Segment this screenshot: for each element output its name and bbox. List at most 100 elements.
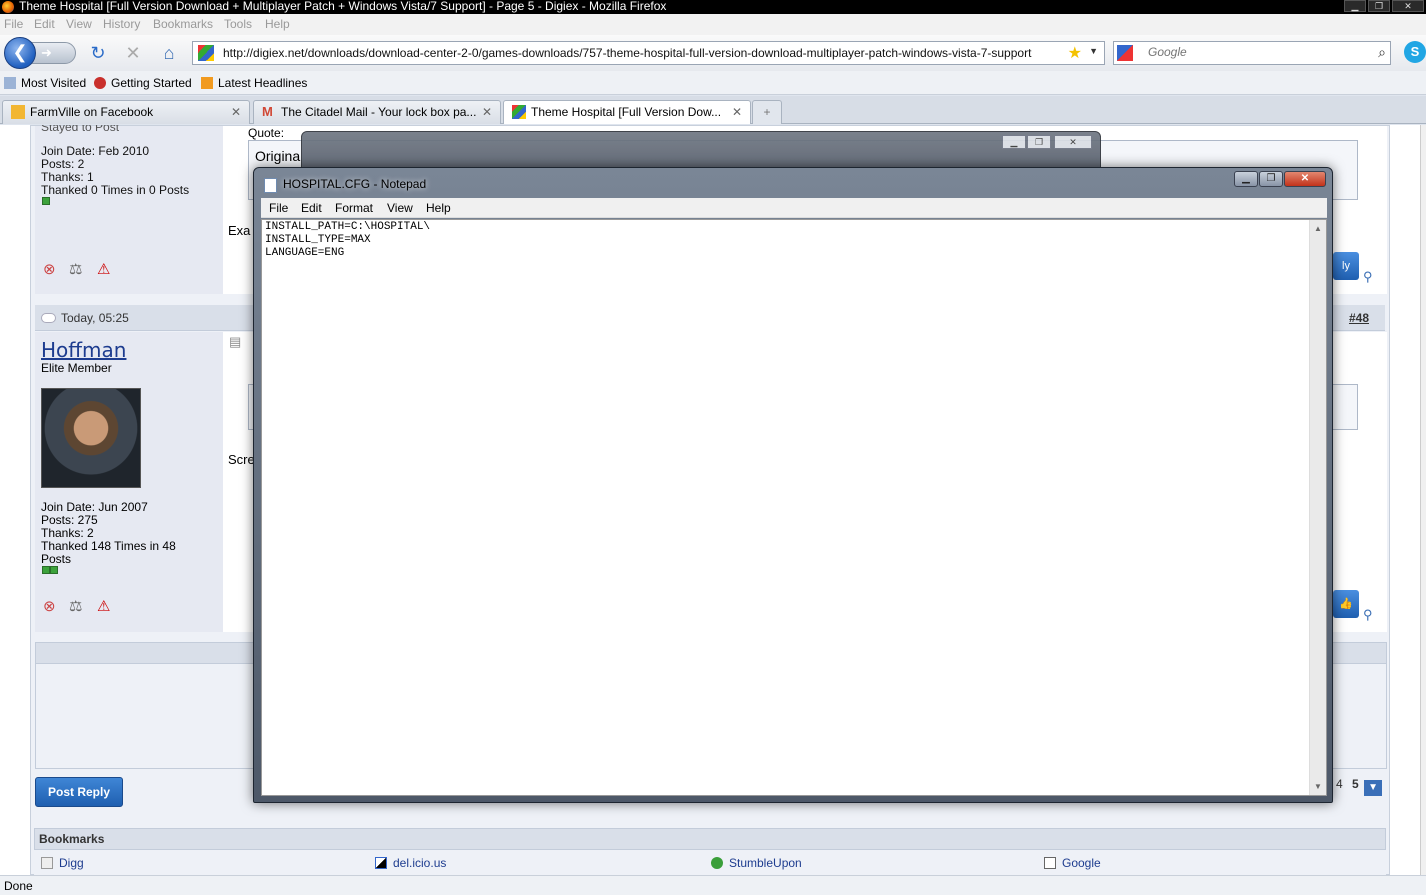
bookmarks-toolbar: Most Visited Getting Started Latest Head… — [0, 71, 1426, 95]
tab-theme-hospital[interactable]: Theme Hospital [Full Version Dow... ✕ — [503, 100, 751, 124]
scales-icon[interactable]: ⚖ — [69, 260, 82, 278]
window-minimize-button[interactable]: ▁ — [1344, 0, 1366, 12]
report-warning-icon[interactable]: ⚠ — [97, 260, 110, 278]
post2-avatar[interactable] — [41, 388, 141, 488]
window-title-bar: Theme Hospital [Full Version Download + … — [0, 0, 1426, 14]
url-bar[interactable]: http://digiex.net/downloads/download-cen… — [192, 41, 1105, 65]
dialog-close-button[interactable]: ✕ — [1054, 135, 1092, 149]
reload-icon[interactable]: ↻ — [88, 43, 108, 63]
url-text[interactable]: http://digiex.net/downloads/download-cen… — [223, 46, 1031, 60]
menu-edit[interactable]: Edit — [34, 17, 55, 31]
social-bookmarks-row: Digg del.icio.us StumbleUpon Google — [34, 850, 1386, 875]
report-warning-icon[interactable]: ⚠ — [97, 597, 110, 615]
notepad-menu-format[interactable]: Format — [335, 201, 373, 215]
notepad-icon — [264, 178, 277, 193]
menu-file[interactable]: File — [4, 17, 23, 31]
new-tab-button[interactable]: + — [752, 100, 782, 124]
post-status-icon — [41, 313, 56, 323]
menu-view[interactable]: View — [66, 17, 92, 31]
menu-tools[interactable]: Tools — [224, 17, 252, 31]
notepad-text-area[interactable]: INSTALL_PATH=C:\HOSPITAL\ INSTALL_TYPE=M… — [261, 219, 1327, 796]
notepad-menu-help[interactable]: Help — [426, 201, 451, 215]
menu-help[interactable]: Help — [265, 17, 290, 31]
tab-close-icon[interactable]: ✕ — [732, 101, 742, 123]
bookmark-stumbleupon-link[interactable]: StumbleUpon — [711, 856, 802, 870]
add-to-ignore-icon[interactable]: ⊗ — [43, 597, 56, 615]
reputation-icon — [42, 566, 50, 574]
dialog-minimize-button[interactable]: ▁ — [1002, 135, 1026, 149]
page-current: 5 — [1352, 777, 1359, 791]
notepad-maximize-button[interactable]: ❐ — [1259, 171, 1283, 187]
notepad-menu-view[interactable]: View — [387, 201, 413, 215]
dialog-maximize-button[interactable]: ❐ — [1027, 135, 1051, 149]
multi-quote-icon[interactable]: ⚲ — [1363, 607, 1373, 623]
scales-icon[interactable]: ⚖ — [69, 597, 82, 615]
bookmark-star-icon[interactable]: ★ — [1068, 43, 1082, 63]
page-dropdown-icon[interactable]: ▼ — [1364, 780, 1383, 796]
forward-button[interactable]: ➜ — [30, 42, 76, 64]
digiex-icon — [512, 105, 526, 119]
scroll-up-icon[interactable]: ▲ — [1314, 224, 1322, 233]
stop-icon[interactable]: ✕ — [123, 43, 143, 63]
reputation-icon — [50, 566, 58, 574]
social-bookmarks-header: Bookmarks — [34, 828, 1386, 850]
menu-history[interactable]: History — [103, 17, 140, 31]
delicious-icon — [375, 857, 387, 869]
bookmark-delicious-link[interactable]: del.icio.us — [375, 856, 446, 870]
notepad-menu-file[interactable]: File — [269, 201, 288, 215]
status-text: Done — [4, 879, 33, 893]
quote-reply-button[interactable]: ly — [1333, 252, 1359, 280]
post2-thanked: Thanked 148 Times in 48 — [41, 539, 176, 553]
navigation-toolbar: ➜ ❮ ↻ ✕ ⌂ http://digiex.net/downloads/do… — [0, 35, 1426, 71]
search-input[interactable] — [1148, 45, 1368, 59]
back-button[interactable]: ❮ — [4, 37, 36, 69]
window-restore-button[interactable]: ❐ — [1368, 0, 1390, 12]
notepad-minimize-button[interactable]: ▁ — [1234, 171, 1258, 187]
firefox-bookmark-icon — [94, 77, 106, 89]
notepad-menu-bar: File Edit Format View Help — [261, 198, 1327, 218]
back-arrow-icon: ❮ — [12, 42, 28, 62]
pagination: 4 5 ▼ — [1336, 777, 1383, 796]
post2-join-date: Join Date: Jun 2007 — [41, 500, 148, 514]
tab-bar: FarmVille on Facebook ✕ M The Citadel Ma… — [0, 96, 1426, 124]
rss-icon — [201, 77, 213, 89]
tab-farmville[interactable]: FarmVille on Facebook ✕ — [2, 100, 250, 124]
tab-close-icon[interactable]: ✕ — [231, 101, 241, 123]
bookmark-digg-link[interactable]: Digg — [41, 856, 84, 870]
quote-reply-button[interactable]: 👍 — [1333, 590, 1359, 618]
menu-bookmarks[interactable]: Bookmarks — [153, 17, 213, 31]
post-reply-button[interactable]: Post Reply — [35, 777, 123, 807]
add-to-ignore-icon[interactable]: ⊗ — [43, 260, 56, 278]
bookmark-getting-started[interactable]: Getting Started — [94, 76, 192, 90]
gmail-icon: M — [262, 104, 273, 119]
url-dropdown-icon[interactable]: ▼ — [1089, 46, 1098, 56]
stumbleupon-icon — [711, 857, 723, 869]
bookmark-google-link[interactable]: Google — [1044, 856, 1101, 870]
search-icon[interactable]: ⌕ — [1378, 44, 1386, 61]
window-title: Theme Hospital [Full Version Download + … — [19, 0, 667, 13]
post1-user-panel: Stayed to Post Join Date: Feb 2010 Posts… — [35, 125, 223, 294]
bookmark-most-visited[interactable]: Most Visited — [4, 76, 86, 90]
post1-thanked: Thanked 0 Times in 0 Posts — [41, 183, 190, 197]
scroll-down-icon[interactable]: ▼ — [1314, 782, 1322, 791]
notepad-scrollbar[interactable]: ▲ ▼ — [1309, 220, 1326, 795]
notepad-window: HOSPITAL.CFG - Notepad ▁ ❐ ✕ File Edit F… — [253, 167, 1333, 803]
skype-icon[interactable]: S — [1404, 41, 1426, 63]
window-close-button[interactable]: ✕ — [1392, 0, 1424, 12]
post2-date: Today, 05:25 — [61, 311, 129, 325]
tab-close-icon[interactable]: ✕ — [482, 101, 492, 123]
page-link[interactable]: 4 — [1336, 777, 1343, 791]
home-icon[interactable]: ⌂ — [159, 43, 179, 63]
tab-citadel-mail[interactable]: M The Citadel Mail - Your lock box pa...… — [253, 100, 501, 124]
page-scrollbar[interactable] — [1420, 125, 1426, 875]
multi-quote-icon[interactable]: ⚲ — [1363, 269, 1373, 285]
search-box[interactable]: ⌕ — [1113, 41, 1391, 65]
notepad-close-button[interactable]: ✕ — [1284, 171, 1326, 187]
notepad-menu-edit[interactable]: Edit — [301, 201, 322, 215]
post2-number-link[interactable]: #48 — [1349, 311, 1369, 325]
post2-username-link[interactable]: Hoffman — [41, 338, 126, 362]
bookmark-latest-headlines[interactable]: Latest Headlines — [201, 76, 307, 90]
search-engine-icon[interactable] — [1117, 45, 1133, 61]
notepad-content[interactable]: INSTALL_PATH=C:\HOSPITAL\ INSTALL_TYPE=M… — [265, 221, 430, 260]
thumbs-up-icon: 👍 — [1339, 598, 1353, 610]
